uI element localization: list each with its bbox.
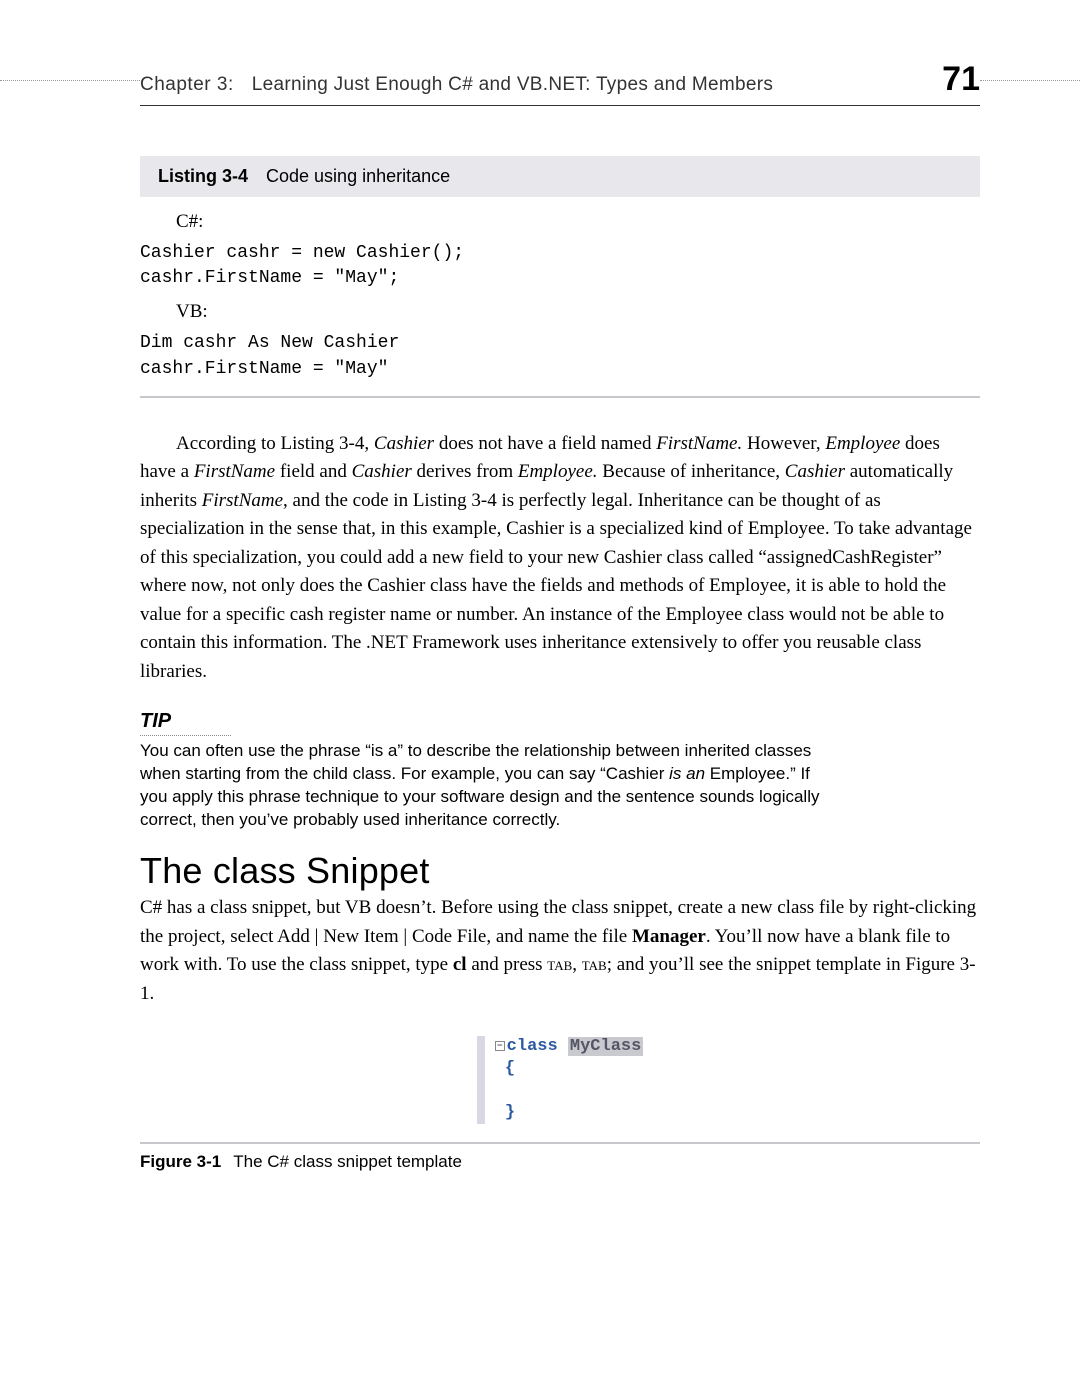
body-paragraph-1: According to Listing 3-4, Cashier does n… [140, 430, 980, 687]
page-number: 71 [942, 60, 980, 99]
snippet-figure: −class MyClass { } [140, 1036, 980, 1124]
figure-caption: Figure 3-1 The C# class snippet template [140, 1152, 980, 1172]
listing-end-rule [140, 396, 980, 398]
figure-rule [140, 1142, 980, 1144]
snippet-classname: MyClass [568, 1037, 643, 1056]
page-header: Chapter 3: Learning Just Enough C# and V… [140, 60, 980, 106]
figure-label: Figure 3-1 [140, 1152, 221, 1171]
snippet-keyword: class [507, 1037, 558, 1056]
section-heading: The class Snippet [140, 850, 980, 892]
snippet-open-brace: { [505, 1059, 515, 1078]
tip-heading: TIP [140, 710, 231, 736]
code-snippet: −class MyClass { } [477, 1036, 644, 1124]
snippet-close-brace: } [505, 1103, 515, 1122]
vb-code: Dim cashr As New Cashier cashr.FirstName… [140, 331, 980, 381]
section-body: C# has a class snippet, but VB doesn’t. … [140, 894, 980, 1008]
listing-title: Code using inheritance [266, 166, 450, 186]
chapter-title: Learning Just Enough C# and VB.NET: Type… [252, 74, 922, 96]
fold-icon: − [495, 1041, 505, 1051]
csharp-code: Cashier cashr = new Cashier(); cashr.Fir… [140, 241, 980, 291]
header-rule-right [980, 80, 1080, 81]
figure-caption-text: The C# class snippet template [233, 1152, 462, 1171]
code-gutter [477, 1036, 485, 1124]
csharp-label: C#: [176, 211, 980, 233]
listing-header: Listing 3-4 Code using inheritance [140, 156, 980, 197]
listing-label: Listing 3-4 [158, 166, 248, 186]
vb-label: VB: [176, 301, 980, 323]
chapter-number: Chapter 3: [140, 74, 234, 96]
header-rule-left [0, 80, 140, 81]
tip-body: You can often use the phrase “is a” to d… [140, 740, 840, 832]
